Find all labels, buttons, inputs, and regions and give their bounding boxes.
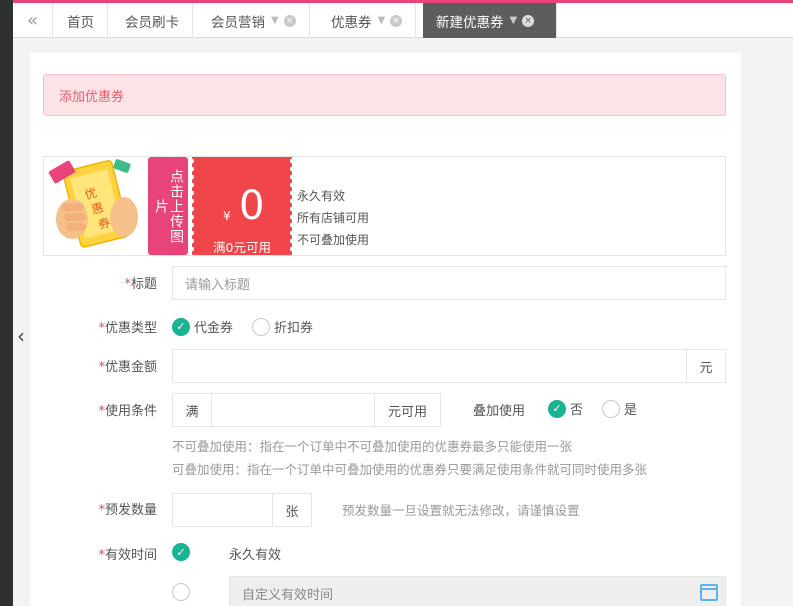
coupon-hand-illustration: 优 惠 券: [44, 157, 148, 255]
stack-radio-no[interactable]: ✓ 否: [548, 399, 583, 418]
title-label: *标题: [124, 277, 157, 292]
tab-label: 会员刷卡: [125, 14, 179, 31]
tab-label: 会员营销: [211, 14, 265, 31]
coupon-info: 永久有效 所有店铺可用 不可叠加使用: [297, 185, 369, 251]
custom-date-input[interactable]: 自定义有效时间: [229, 576, 726, 606]
alert-text: 添加优惠券: [59, 89, 125, 105]
coupon-info-stacking: 不可叠加使用: [297, 233, 370, 247]
coupon-preview: 优 惠 券 点击上传图片 ¥ 0 满0元可用 永久有效 所有店铺可用 不可叠加使…: [43, 156, 726, 256]
tab-label: 首页: [67, 14, 94, 31]
coupon-info-validity: 永久有效: [297, 189, 346, 203]
validity-radio-permanent[interactable]: ✓: [172, 543, 194, 561]
tab-coupons[interactable]: 优惠券 ▼ ×: [318, 3, 417, 38]
check-icon: ✓: [172, 543, 190, 561]
coupon-card: ¥ 0 满0元可用: [190, 157, 294, 255]
radio-circle: [172, 583, 190, 601]
close-icon[interactable]: ×: [522, 14, 535, 27]
tab-bar: « 首页 会员刷卡 会员营销 ▼ × 优惠券 ▼ × 新建优惠券 ▼ ×: [13, 3, 793, 38]
close-icon[interactable]: ×: [283, 14, 296, 27]
pin-icon[interactable]: ▼: [510, 15, 518, 26]
check-icon: ✓: [172, 317, 190, 336]
validity-permanent-label: 永久有效: [229, 548, 282, 563]
page-title-alert: 添加优惠券: [43, 74, 726, 116]
title-input[interactable]: 请输入标题: [172, 266, 726, 300]
amount-label: *优惠金额: [98, 360, 157, 375]
double-chevron-left-icon[interactable]: «: [13, 3, 53, 38]
radio-circle: [252, 317, 270, 336]
pin-icon[interactable]: ▼: [271, 15, 279, 26]
quantity-help: 预发数量一旦设置就无法修改，请谨慎设置: [342, 503, 580, 518]
validity-label: *有效时间: [98, 548, 157, 563]
form-panel: 添加优惠券 优 惠 券 点击上传图片 ¥ 0 满0元可用 永久有效 所有店铺可用…: [30, 53, 741, 606]
coupon-amount: 0: [239, 183, 265, 229]
upload-label: 点击上传图片: [153, 168, 184, 244]
collapse-chevron-left-icon[interactable]: ‹: [17, 324, 25, 348]
tab-member-marketing[interactable]: 会员营销 ▼ ×: [198, 3, 310, 38]
quantity-input[interactable]: [172, 493, 273, 527]
condition-suffix: 元可用: [374, 393, 441, 427]
left-sidebar-strip: [0, 0, 13, 606]
title-placeholder: 请输入标题: [185, 277, 251, 293]
condition-help-2: 可叠加使用：指在一个订单中可叠加使用的优惠券只要满足使用条件就可同时使用多张: [172, 462, 648, 477]
tab-new-coupon[interactable]: 新建优惠券 ▼ ×: [423, 3, 557, 38]
stack-label: 叠加使用: [473, 404, 526, 419]
tab-home[interactable]: 首页: [54, 3, 108, 38]
stack-radio-yes[interactable]: 是: [602, 399, 637, 418]
condition-prefix: 满: [172, 393, 212, 427]
validity-radio-custom[interactable]: [172, 583, 194, 601]
pin-icon[interactable]: ▼: [378, 15, 386, 26]
tab-label: 新建优惠券: [436, 14, 504, 31]
upload-image-button[interactable]: 点击上传图片: [148, 157, 188, 255]
amount-input[interactable]: [172, 349, 687, 383]
condition-help-1: 不可叠加使用：指在一个订单中不可叠加使用的优惠券最多只能使用一张: [172, 439, 573, 454]
type-radio-discount[interactable]: 折扣券: [252, 317, 313, 336]
radio-circle: [602, 399, 620, 418]
condition-input[interactable]: [211, 393, 375, 427]
tab-label: 优惠券: [331, 14, 372, 31]
check-icon: ✓: [548, 399, 566, 418]
close-icon[interactable]: ×: [390, 14, 403, 27]
tab-member-card[interactable]: 会员刷卡: [112, 3, 193, 38]
coupon-currency: ¥: [223, 209, 231, 223]
calendar-icon[interactable]: [700, 584, 718, 601]
quantity-label: *预发数量: [98, 503, 157, 518]
quantity-unit: 张: [272, 493, 312, 527]
coupon-condition: 满0元可用: [213, 240, 271, 255]
type-radio-voucher[interactable]: ✓ 代金券: [172, 317, 233, 336]
coupon-info-stores: 所有店铺可用: [297, 211, 370, 225]
type-label: *优惠类型: [98, 321, 157, 336]
amount-unit: 元: [686, 349, 726, 383]
condition-label: *使用条件: [98, 404, 157, 419]
